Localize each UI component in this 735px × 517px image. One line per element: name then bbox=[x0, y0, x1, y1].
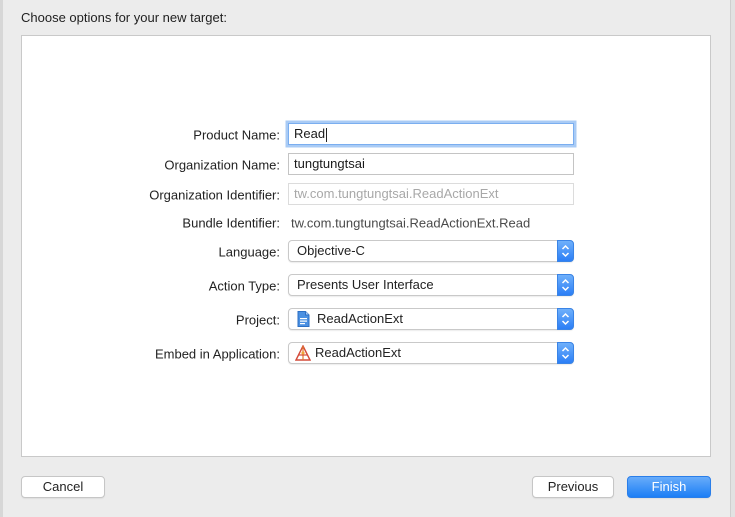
product-name-row: Product Name: Read bbox=[22, 123, 712, 147]
language-row: Language: Objective-C bbox=[22, 240, 712, 264]
new-target-dialog: Choose options for your new target: Prod… bbox=[0, 0, 735, 517]
window-left-edge bbox=[0, 0, 3, 517]
organization-identifier-label: Organization Identifier: bbox=[149, 187, 280, 203]
project-popup[interactable]: ReadActionExt bbox=[288, 308, 574, 330]
action-type-label: Action Type: bbox=[208, 278, 280, 294]
product-name-label: Product Name: bbox=[193, 127, 280, 143]
options-panel: Product Name: Read Organization Name: tu… bbox=[21, 35, 711, 457]
product-name-field[interactable]: Read bbox=[288, 123, 574, 145]
bundle-identifier-row: Bundle Identifier: tw.com.tungtungtsai.R… bbox=[22, 211, 712, 235]
bundle-identifier-value: tw.com.tungtungtsai.ReadActionExt.Read bbox=[291, 215, 531, 231]
chevron-updown-icon bbox=[557, 274, 574, 296]
organization-name-label: Organization Name: bbox=[164, 157, 280, 173]
action-type-value: Presents User Interface bbox=[297, 277, 434, 292]
cancel-button[interactable]: Cancel bbox=[21, 476, 105, 498]
chevron-updown-icon bbox=[557, 342, 574, 364]
chevron-updown-icon bbox=[557, 308, 574, 330]
project-value: ReadActionExt bbox=[317, 311, 403, 326]
organization-identifier-field[interactable]: tw.com.tungtungtsai.ReadActionExt bbox=[288, 183, 574, 205]
chevron-updown-icon bbox=[557, 240, 574, 262]
window-right-edge bbox=[730, 0, 735, 517]
text-caret bbox=[326, 127, 328, 142]
project-label: Project: bbox=[235, 312, 280, 328]
language-value: Objective-C bbox=[297, 243, 365, 258]
organization-identifier-row: Organization Identifier: tw.com.tungtung… bbox=[22, 183, 712, 207]
embed-in-application-row: Embed in Application: ReadActionExt bbox=[22, 342, 712, 366]
bundle-identifier-label: Bundle Identifier: bbox=[182, 215, 280, 231]
language-popup[interactable]: Objective-C bbox=[288, 240, 574, 262]
organization-name-row: Organization Name: tungtungtsai bbox=[22, 153, 712, 177]
finish-button[interactable]: Finish bbox=[627, 476, 711, 498]
dialog-title: Choose options for your new target: bbox=[21, 10, 227, 25]
action-type-popup[interactable]: Presents User Interface bbox=[288, 274, 574, 296]
embed-in-application-popup[interactable]: ReadActionExt bbox=[288, 342, 574, 364]
previous-button[interactable]: Previous bbox=[532, 476, 614, 498]
product-name-value: Read bbox=[294, 126, 326, 141]
embed-in-application-value: ReadActionExt bbox=[315, 345, 401, 360]
language-label: Language: bbox=[218, 244, 280, 260]
project-file-icon bbox=[297, 309, 311, 329]
project-row: Project: ReadActionExt bbox=[22, 308, 712, 332]
action-type-row: Action Type: Presents User Interface bbox=[22, 274, 712, 298]
embed-in-application-label: Embed in Application: bbox=[154, 346, 280, 362]
organization-name-field[interactable]: tungtungtsai bbox=[288, 153, 574, 175]
app-target-icon bbox=[295, 343, 311, 363]
